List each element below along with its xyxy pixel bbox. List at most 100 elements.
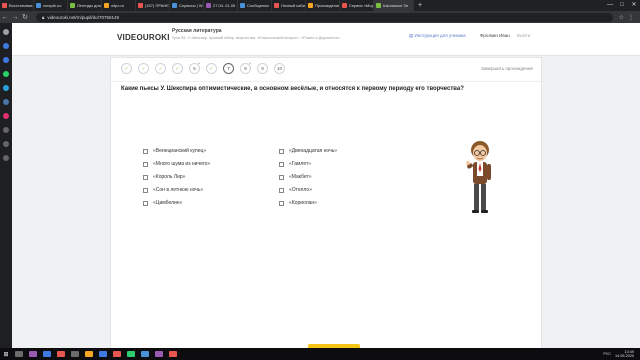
reload-icon[interactable]: ↻ [20, 13, 30, 21]
browser-tab[interactable]: wfpo.ru [102, 0, 136, 11]
taskbar-app-icon[interactable] [127, 351, 135, 357]
browser-tab[interactable]: Сервис «Мор [340, 0, 374, 11]
browser-tab[interactable]: 27.04. 01.05 - [204, 0, 238, 11]
answer-option[interactable]: «Сон в летнюю ночь» [143, 187, 203, 193]
sidebar-app-icon[interactable] [3, 141, 9, 147]
browser-tab[interactable]: Легенды для [68, 0, 102, 11]
tab-favicon-icon [104, 3, 109, 8]
sidebar-app-icon[interactable] [3, 71, 9, 77]
answer-label: «Венецианский купец» [153, 148, 207, 154]
taskbar-app-icon[interactable] [29, 351, 37, 357]
answer-option[interactable]: «Отелло» [279, 187, 312, 193]
site-logo[interactable]: VIDEOUROKI [117, 33, 170, 42]
question-step-7[interactable]: 7 [223, 63, 234, 74]
answer-checkbox[interactable] [279, 174, 284, 180]
sidebar-app-icon[interactable] [3, 29, 9, 35]
taskbar-app-icon[interactable] [113, 351, 121, 357]
question-step-9[interactable]: 9 [257, 63, 268, 74]
tab-label: Сервисы | W [179, 3, 203, 8]
answer-checkbox[interactable] [279, 200, 284, 206]
tab-favicon-icon [376, 3, 381, 8]
sidebar-app-icon[interactable] [3, 85, 9, 91]
back-icon[interactable]: ← [0, 14, 10, 21]
minimize-button[interactable]: — [604, 0, 616, 11]
system-clock[interactable]: 13:49 14.05.2020 [615, 350, 634, 359]
taskbar-app-icon[interactable] [57, 351, 65, 357]
answer-label: «Кориолан» [289, 200, 317, 206]
answer-checkbox[interactable] [279, 148, 284, 154]
answer-label: «Цимбелин» [153, 200, 183, 206]
question-step-8[interactable]: 8м [240, 61, 251, 74]
windows-start-icon[interactable]: ⊞ [0, 351, 12, 358]
answer-option[interactable]: «Кориолан» [279, 200, 317, 206]
step-label: ✓ [158, 65, 163, 71]
taskbar-app-icon[interactable] [155, 351, 163, 357]
lock-icon: 🔒︎ [42, 14, 45, 20]
tab-favicon-icon [240, 3, 245, 8]
exit-link[interactable]: Выйти [517, 33, 530, 38]
sidebar-app-icon[interactable] [3, 127, 9, 133]
taskbar-app-icon[interactable] [169, 351, 177, 357]
maximize-button[interactable]: □ [616, 0, 628, 11]
answer-checkbox[interactable] [143, 161, 148, 167]
browser-tab[interactable]: Сервисы | W [170, 0, 204, 11]
answer-checkbox[interactable] [143, 200, 148, 206]
taskbar-app-icon[interactable] [71, 351, 79, 357]
url-text: videouroki.net/rn/pupil/do/70756149 [47, 14, 119, 20]
answer-option[interactable]: «Двенадцатая ночь» [279, 148, 337, 154]
instruction-link[interactable]: ▤ Инструкция для ученика [409, 33, 466, 39]
browser-tab[interactable]: Личный кабин [272, 0, 306, 11]
question-step-6[interactable]: ✓ [206, 63, 217, 74]
question-step-4[interactable]: ✓ [172, 63, 183, 74]
user-name[interactable]: Фролкин Иван [480, 33, 510, 38]
logo-text: VIDEOUROKI [117, 33, 170, 42]
url-input[interactable]: 🔒︎ videouroki.net/rn/pupil/do/70756149 [36, 12, 613, 22]
answer-checkbox[interactable] [279, 161, 284, 167]
answer-option[interactable]: «Гамлет» [279, 161, 311, 167]
browser-tab[interactable]: Восстановка П [0, 0, 34, 11]
browser-tab[interactable]: (157) ПРАНЕ [136, 0, 170, 11]
new-tab-button[interactable]: + [414, 0, 426, 11]
question-step-10[interactable]: 10 [274, 63, 285, 74]
answer-checkbox[interactable] [279, 187, 284, 193]
question-step-5[interactable]: 5м [189, 61, 200, 74]
question-step-1[interactable]: ✓ [121, 63, 132, 74]
menu-icon[interactable]: ⋮ [628, 14, 634, 21]
answer-checkbox[interactable] [143, 148, 148, 154]
language-indicator[interactable]: РУС [603, 352, 611, 356]
answer-option[interactable]: «Король Лир» [143, 174, 185, 180]
browser-tab[interactable]: Школьные Зн [374, 0, 414, 11]
browser-sidebar [0, 23, 12, 348]
taskbar-app-icon[interactable] [141, 351, 149, 357]
tab-label: Восстановка П [9, 3, 34, 8]
answer-label: «Отелло» [289, 187, 312, 193]
answer-checkbox[interactable] [143, 187, 148, 193]
taskbar-app-icon[interactable] [85, 351, 93, 357]
answer-checkbox[interactable] [143, 174, 148, 180]
sidebar-app-icon[interactable] [3, 99, 9, 105]
step-label: ✓ [124, 65, 129, 71]
forward-icon[interactable]: → [10, 14, 20, 21]
system-tray: РУС 13:49 14.05.2020 [603, 350, 640, 359]
answer-option[interactable]: «Много шума из ничего» [143, 161, 210, 167]
answer-option[interactable]: «Цимбелин» [143, 200, 182, 206]
sidebar-app-icon[interactable] [3, 43, 9, 49]
answer-option[interactable]: «Венецианский купец» [143, 148, 206, 154]
sidebar-app-icon[interactable] [3, 155, 9, 161]
question-step-2[interactable]: ✓ [138, 63, 149, 74]
tab-favicon-icon [206, 3, 211, 8]
sidebar-app-icon[interactable] [3, 57, 9, 63]
star-icon[interactable]: ☆ [619, 14, 624, 21]
taskbar-app-icon[interactable] [15, 351, 23, 357]
finish-test-link[interactable]: Завершить прохождение [481, 66, 533, 71]
answer-option[interactable]: «Макбет» [279, 174, 312, 180]
taskbar-app-icon[interactable] [99, 351, 107, 357]
browser-tab[interactable]: vmeptk.uo [34, 0, 68, 11]
question-step-3[interactable]: ✓ [155, 63, 166, 74]
page: VIDEOUROKI Русская литература Урок 55. У… [12, 23, 640, 358]
browser-tab[interactable]: Сообщения [238, 0, 272, 11]
close-button[interactable]: ✕ [628, 0, 640, 11]
taskbar-app-icon[interactable] [43, 351, 51, 357]
sidebar-app-icon[interactable] [3, 113, 9, 119]
browser-tab[interactable]: Прохождение [306, 0, 340, 11]
